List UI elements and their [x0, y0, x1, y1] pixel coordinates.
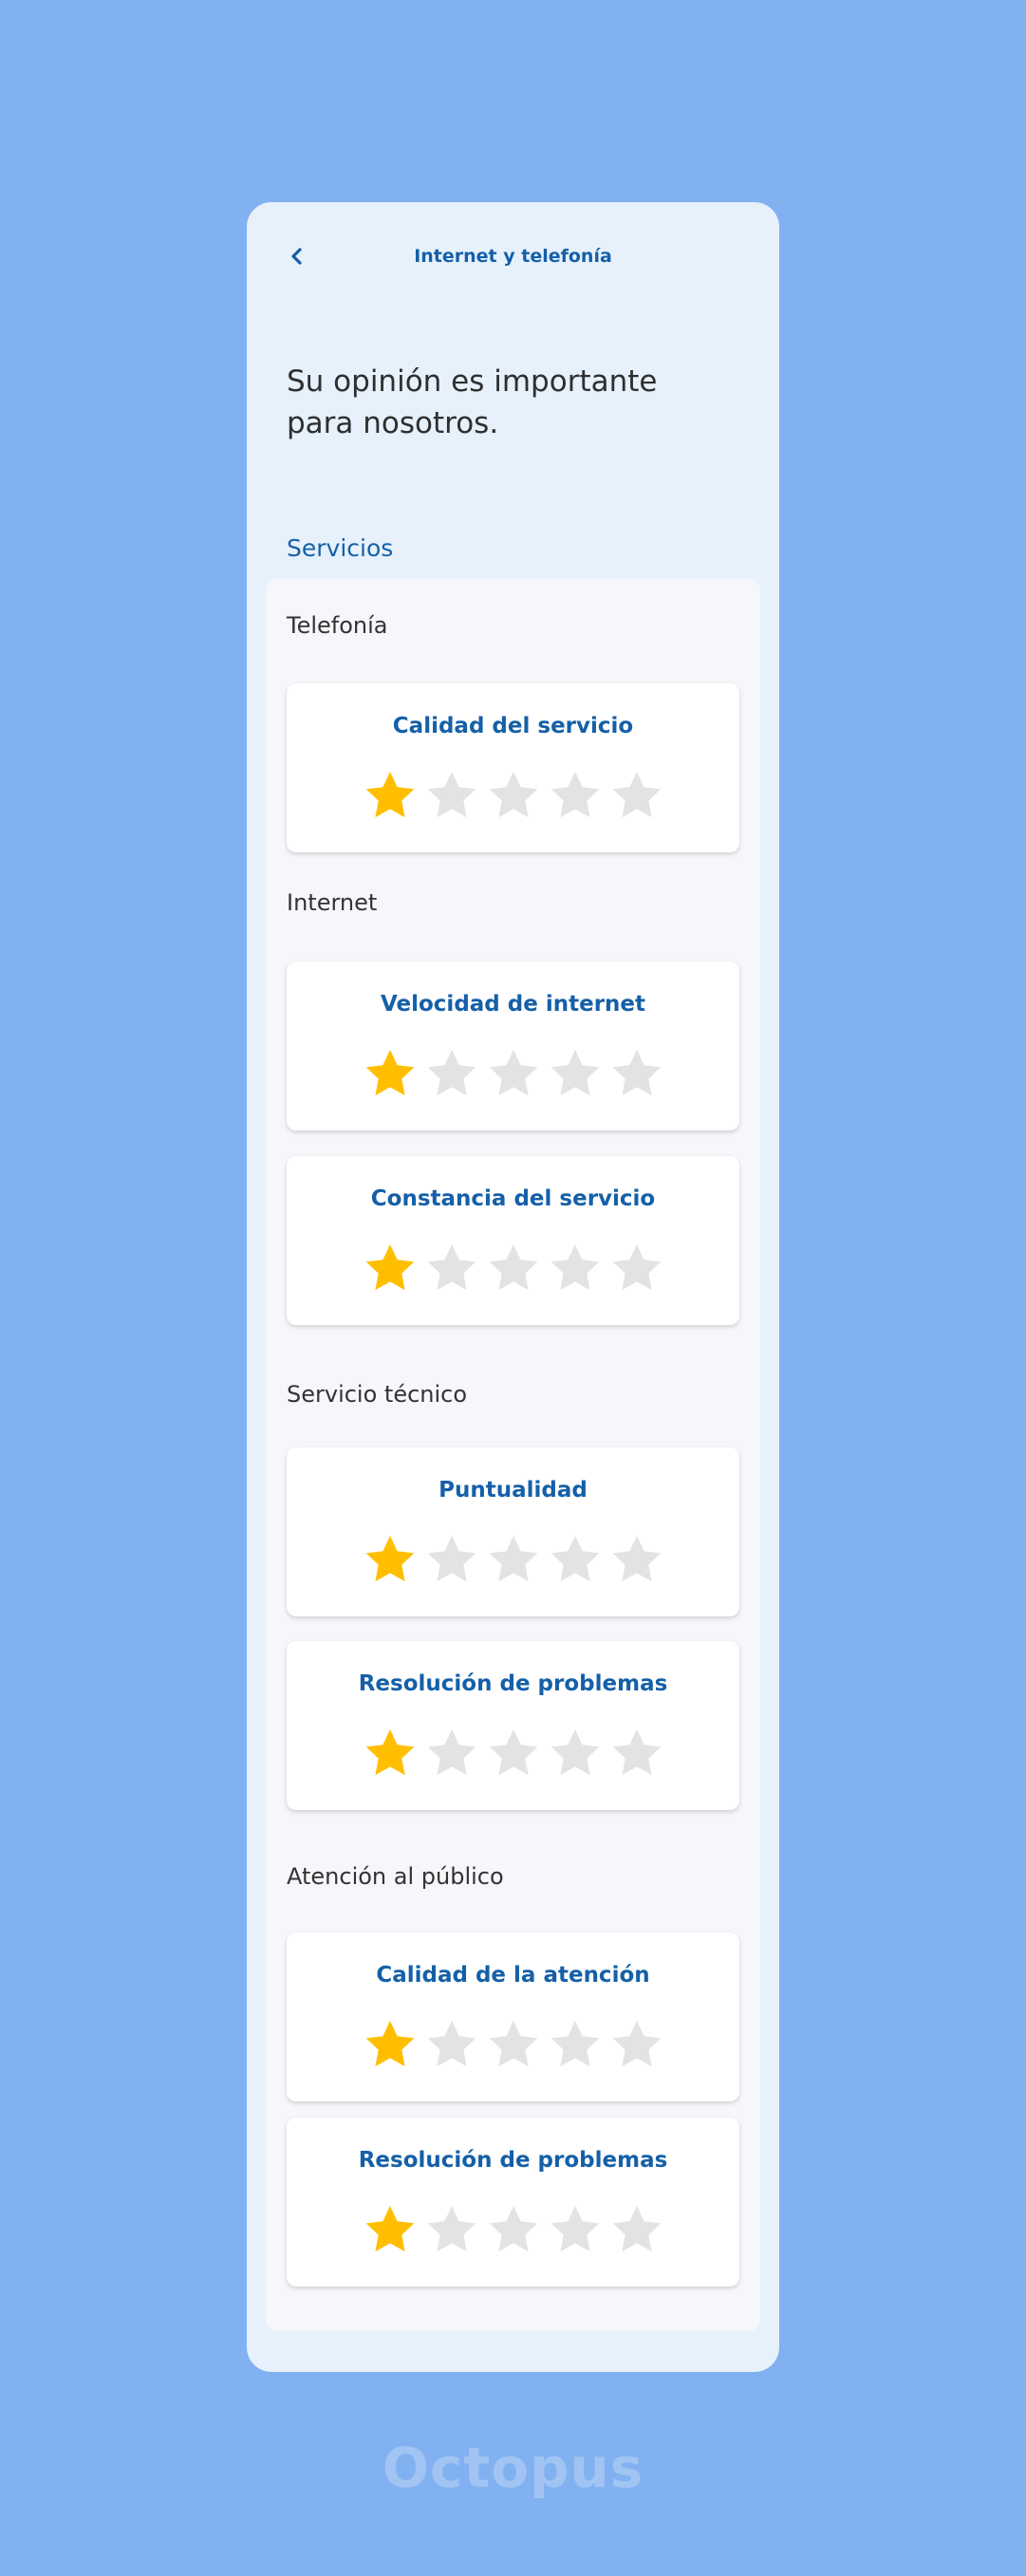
rating-card-title: Puntualidad — [438, 1478, 588, 1503]
star-empty-icon[interactable] — [610, 1047, 663, 1098]
star-empty-icon[interactable] — [610, 769, 663, 820]
rating-card: Calidad de la atención — [287, 1932, 739, 2101]
top-bar: Internet y telefonía — [247, 202, 779, 297]
star-empty-icon[interactable] — [425, 1533, 478, 1584]
star-rating — [287, 1727, 739, 1778]
star-empty-icon[interactable] — [487, 769, 540, 820]
rating-card-title: Resolución de problemas — [358, 2148, 668, 2173]
rating-card: Resolución de problemas — [287, 2118, 739, 2287]
watermark: Octopus — [382, 2436, 644, 2500]
star-empty-icon[interactable] — [549, 1047, 602, 1098]
rating-card-title: Resolución de problemas — [358, 1671, 668, 1696]
star-empty-icon[interactable] — [549, 1241, 602, 1293]
star-rating — [287, 769, 739, 820]
rating-card-title: Calidad de la atención — [376, 1963, 650, 1988]
star-filled-icon[interactable] — [364, 769, 417, 820]
star-empty-icon[interactable] — [425, 769, 478, 820]
star-empty-icon[interactable] — [549, 1533, 602, 1584]
star-rating — [287, 2018, 739, 2069]
star-rating — [287, 1533, 739, 1584]
star-filled-icon[interactable] — [364, 1047, 417, 1098]
star-filled-icon[interactable] — [364, 1241, 417, 1293]
star-empty-icon[interactable] — [610, 1727, 663, 1778]
star-empty-icon[interactable] — [549, 2018, 602, 2069]
group-title-telefonia: Telefonía — [287, 612, 388, 639]
rating-card: Velocidad de internet — [287, 961, 739, 1130]
star-rating — [287, 1241, 739, 1293]
star-empty-icon[interactable] — [425, 1047, 478, 1098]
star-empty-icon[interactable] — [549, 2203, 602, 2254]
star-rating — [287, 2203, 739, 2254]
rating-card: Resolución de problemas — [287, 1641, 739, 1810]
page-title: Internet y telefonía — [414, 246, 612, 267]
group-title-internet: Internet — [287, 889, 378, 916]
star-empty-icon[interactable] — [425, 1241, 478, 1293]
star-empty-icon[interactable] — [425, 1727, 478, 1778]
group-title-atencion-al-publico: Atención al público — [287, 1863, 504, 1890]
star-filled-icon[interactable] — [364, 2203, 417, 2254]
services-panel: Telefonía Calidad del servicio Internet … — [266, 579, 760, 2331]
star-empty-icon[interactable] — [487, 2018, 540, 2069]
rating-card: Constancia del servicio — [287, 1156, 739, 1325]
star-empty-icon[interactable] — [487, 1533, 540, 1584]
star-empty-icon[interactable] — [610, 2018, 663, 2069]
star-empty-icon[interactable] — [610, 1533, 663, 1584]
star-empty-icon[interactable] — [487, 2203, 540, 2254]
star-empty-icon[interactable] — [487, 1241, 540, 1293]
star-empty-icon[interactable] — [487, 1047, 540, 1098]
star-empty-icon[interactable] — [610, 1241, 663, 1293]
star-empty-icon[interactable] — [487, 1727, 540, 1778]
star-filled-icon[interactable] — [364, 1727, 417, 1778]
rating-card-title: Velocidad de internet — [380, 992, 646, 1017]
rating-card-title: Constancia del servicio — [370, 1186, 656, 1211]
star-empty-icon[interactable] — [549, 1727, 602, 1778]
star-filled-icon[interactable] — [364, 1533, 417, 1584]
star-filled-icon[interactable] — [364, 2018, 417, 2069]
app-screen: Internet y telefonía Su opinión es impor… — [247, 202, 779, 2372]
headline: Su opinión es importante para nosotros. — [287, 364, 658, 440]
star-rating — [287, 1047, 739, 1098]
star-empty-icon[interactable] — [549, 769, 602, 820]
rating-card: Puntualidad — [287, 1447, 739, 1616]
rating-card: Calidad del servicio — [287, 683, 739, 852]
star-empty-icon[interactable] — [425, 2018, 478, 2069]
group-title-servicio-tecnico: Servicio técnico — [287, 1381, 468, 1408]
star-empty-icon[interactable] — [610, 2203, 663, 2254]
section-label: Servicios — [287, 534, 394, 562]
rating-card-title: Calidad del servicio — [392, 714, 634, 738]
star-empty-icon[interactable] — [425, 2203, 478, 2254]
